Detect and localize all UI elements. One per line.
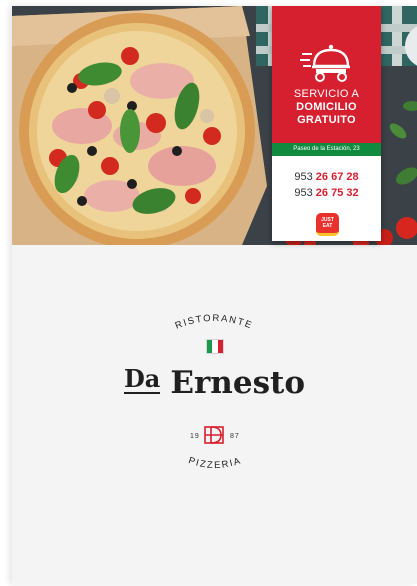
just-eat-line-2: EAT <box>322 223 333 229</box>
phone-prefix: 953 <box>294 171 313 183</box>
svg-text:PIZZERIA: PIZZERIA <box>187 455 243 471</box>
service-line-3: GRATUITO <box>297 114 356 126</box>
year-left: 19 <box>190 433 200 440</box>
restaurant-name: Da Ernesto <box>12 365 417 401</box>
phone-panel: 953 26 67 28 953 26 75 32 JUST EAT <box>272 156 381 241</box>
delivery-info-card: SERVICIO A DOMICILIO GRATUITO Paseo de l… <box>272 6 381 241</box>
year-right: 87 <box>230 433 240 440</box>
phone-digits: 26 67 28 <box>315 171 359 183</box>
name-prefix: Da <box>123 364 161 394</box>
address-strip: Paseo de la Estación, 23 <box>272 143 381 156</box>
pizzeria-label: PIZZERIA <box>187 455 242 471</box>
delivery-cloche-scooter-icon <box>300 44 350 82</box>
phone-number-2[interactable]: 953 26 75 32 <box>272 187 381 199</box>
pizzeria-arc-text: PIZZERIA <box>187 455 243 471</box>
free-delivery-panel: SERVICIO A DOMICILIO GRATUITO <box>272 6 381 143</box>
phone-digits: 26 75 32 <box>315 187 359 199</box>
just-eat-badge-icon[interactable]: JUST EAT <box>316 213 339 236</box>
phone-prefix: 953 <box>294 187 313 199</box>
phone-number-1[interactable]: 953 26 67 28 <box>272 171 381 183</box>
ristorante-label: RISTORANTE <box>174 313 253 332</box>
service-line-2: DOMICILIO <box>296 101 357 113</box>
italian-flag-icon <box>206 339 224 354</box>
ristorante-arc-text: RISTORANTE <box>174 313 255 332</box>
svg-text:RISTORANTE: RISTORANTE <box>174 313 255 332</box>
menu-cover-page: SERVICIO A DOMICILIO GRATUITO Paseo de l… <box>12 6 417 584</box>
restaurant-logo: RISTORANTE Da Ernesto 19 87 PIZZERIA <box>12 245 417 584</box>
service-line-1: SERVICIO A <box>293 88 360 100</box>
name-main: Ernesto <box>170 365 306 401</box>
ed-monogram-icon <box>204 426 224 444</box>
